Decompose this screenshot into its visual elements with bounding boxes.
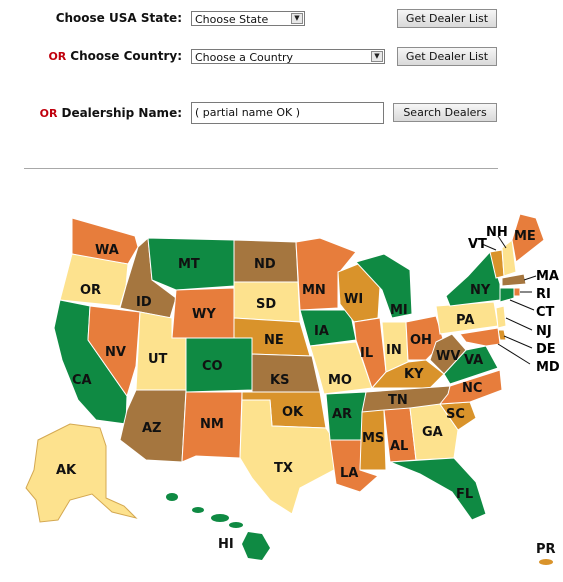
state-ak[interactable]: AK <box>25 423 138 523</box>
state-label: NE <box>264 333 284 348</box>
state-nj[interactable] <box>495 305 507 329</box>
state-label: AZ <box>142 421 162 436</box>
state-label: NJ <box>536 324 552 339</box>
state-az[interactable]: AZ <box>119 389 187 463</box>
state-label: IN <box>386 343 402 358</box>
state-label: ND <box>254 257 276 272</box>
state-label: NV <box>105 345 126 360</box>
state-ks[interactable]: KS <box>251 353 321 393</box>
state-label: KS <box>270 373 289 388</box>
state-label: MI <box>390 303 408 318</box>
state-co[interactable]: CO <box>185 337 253 393</box>
state-label: LA <box>340 466 358 481</box>
state-label: WA <box>95 243 119 258</box>
state-label: ME <box>514 229 536 244</box>
state-label: ID <box>136 295 152 310</box>
state-label: SC <box>446 407 465 422</box>
state-nd[interactable]: ND <box>233 239 299 283</box>
state-label: KY <box>404 367 424 382</box>
state-ia[interactable]: IA <box>299 309 357 347</box>
state-label: SD <box>256 297 276 312</box>
state-label: RI <box>536 287 551 302</box>
state-nm[interactable]: NM <box>181 391 243 463</box>
state-ri[interactable] <box>513 287 521 297</box>
state-label: VA <box>464 353 483 368</box>
state-pr[interactable]: PR <box>536 542 556 565</box>
state-label: CT <box>536 305 555 320</box>
state-label: AL <box>390 439 408 454</box>
state-label: TX <box>274 461 293 476</box>
state-label: UT <box>148 352 168 367</box>
state-label: MT <box>178 257 200 272</box>
state-label: WV <box>436 349 460 364</box>
state-wy[interactable]: WY <box>171 287 235 339</box>
state-label: CA <box>72 373 92 388</box>
state-label: MN <box>302 283 326 298</box>
state-me[interactable]: ME <box>511 213 545 263</box>
usa-map: WA OR CA ID NV MT WY UT AZ CO NM ND SD N… <box>25 213 560 565</box>
state-label: WY <box>192 307 216 322</box>
state-label: HI <box>218 537 234 552</box>
state-fl[interactable]: FL <box>389 457 487 521</box>
state-label: FL <box>456 487 473 502</box>
state-hi[interactable]: HI <box>166 493 270 560</box>
state-label: AR <box>332 407 352 422</box>
state-label: MO <box>328 373 352 388</box>
state-label: MS <box>362 431 384 446</box>
state-label: OH <box>410 333 432 348</box>
state-label: NH <box>486 225 508 240</box>
state-label: OR <box>80 283 101 298</box>
state-label: AK <box>56 463 77 478</box>
state-label: GA <box>422 425 443 440</box>
state-label: WI <box>344 292 363 307</box>
state-label: PA <box>456 313 474 328</box>
state-label: CO <box>202 359 223 374</box>
state-label: TN <box>388 393 408 408</box>
state-ct[interactable] <box>499 287 515 303</box>
state-label: PR <box>536 542 556 557</box>
state-or[interactable]: OR <box>59 253 129 307</box>
state-label: NM <box>200 417 224 432</box>
state-label: IA <box>314 324 329 339</box>
state-label: MA <box>536 269 559 284</box>
state-mt[interactable]: MT <box>147 237 235 291</box>
state-label: DE <box>536 342 556 357</box>
state-label: MD <box>536 360 560 375</box>
state-ar[interactable]: AR <box>325 391 367 441</box>
state-label: OK <box>282 405 304 420</box>
state-label: VT <box>468 237 487 252</box>
state-label: NY <box>470 283 491 298</box>
state-label: IL <box>360 346 373 361</box>
state-label: NC <box>462 381 482 396</box>
state-sd[interactable]: SD <box>233 281 301 323</box>
state-ms[interactable]: MS <box>359 409 387 471</box>
